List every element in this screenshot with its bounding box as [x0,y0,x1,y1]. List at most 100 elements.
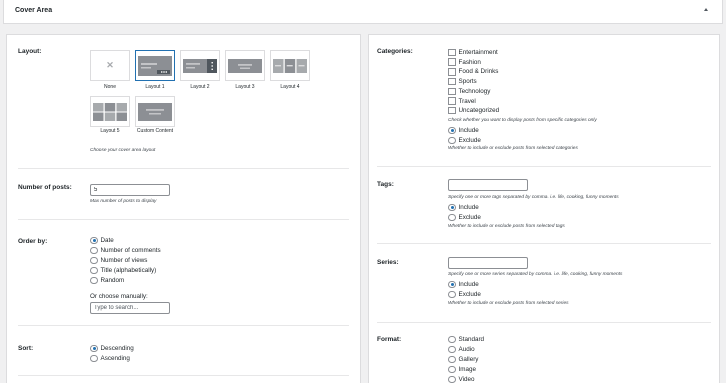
radio-button[interactable] [90,236,98,245]
layout-4-tile[interactable] [270,50,310,81]
left-panel: Layout: ✕ None Layout 1 Layout 2 Layout … [6,34,361,383]
format-audio-radio[interactable]: Audio [448,345,475,354]
num-posts-input[interactable] [90,184,170,196]
option-label: Exclude [458,137,481,144]
category-fashion-checkbox[interactable]: Fashion [448,58,481,67]
categories-exclude-radio[interactable]: Exclude [448,136,481,145]
layout-hint: Choose your cover area layout [90,148,156,153]
checkbox[interactable] [448,97,456,105]
checkbox[interactable] [448,68,456,76]
num-posts-label: Number of posts: [18,184,72,191]
category-travel-checkbox[interactable]: Travel [448,97,476,106]
order-random-radio[interactable]: Random [90,276,124,285]
layout-1-thumbnail-icon [138,55,172,76]
num-posts-hint: Max number of posts to display [90,199,157,204]
radio-button[interactable] [90,276,98,285]
layout-3-tile[interactable] [225,50,265,81]
sort-descending-radio[interactable]: Descending [90,344,134,353]
category-technology-checkbox[interactable]: Technology [448,87,490,96]
divider [18,375,349,376]
custom-content-tile[interactable] [135,96,175,127]
section-title: Cover Area [15,7,53,14]
categories-include-radio[interactable]: Include [448,126,479,135]
collapse-arrow-icon[interactable] [704,8,708,11]
category-uncategorized-checkbox[interactable]: Uncategorized [448,106,499,115]
tags-input[interactable] [448,179,528,191]
categories-hint: Check whether you want to display posts … [448,118,597,123]
radio-button[interactable] [448,290,456,299]
option-label: Ascending [100,355,130,362]
series-mode-hint: Whether to include or exclude posts from… [448,301,569,306]
layout-4-thumbnail-icon [273,58,307,73]
option-label: Descending [100,345,134,352]
category-food-checkbox[interactable]: Food & Drinks [448,67,498,76]
right-panel: Categories: Entertainment Fashion Food &… [368,34,720,383]
tags-label: Tags: [377,181,394,188]
option-label: Gallery [458,356,479,363]
radio-button[interactable] [90,266,98,275]
option-label: Travel [458,97,476,105]
format-video-radio[interactable]: Video [448,375,475,383]
category-entertainment-checkbox[interactable]: Entertainment [448,48,498,57]
layout-none-tile[interactable]: ✕ [90,50,130,81]
manual-search-input[interactable] [90,302,170,314]
tags-include-radio[interactable]: Include [448,203,479,212]
layout-5-label: Layout 5 [100,128,120,134]
radio-button[interactable] [90,246,98,255]
radio-button[interactable] [448,375,456,383]
checkbox[interactable] [448,106,456,115]
series-include-radio[interactable]: Include [448,280,479,289]
radio-button[interactable] [448,280,456,289]
option-label: Number of comments [100,247,161,254]
order-comments-radio[interactable]: Number of comments [90,246,161,255]
tags-exclude-radio[interactable]: Exclude [448,213,481,222]
categories-mode-hint: Whether to include or exclude posts from… [448,146,578,151]
series-exclude-radio[interactable]: Exclude [448,290,481,299]
layout-1-tile[interactable] [135,50,175,81]
order-date-radio[interactable]: Date [90,236,114,245]
option-label: Title (alphabetically) [100,267,157,274]
option-label: Audio [458,346,475,353]
radio-button[interactable] [448,203,456,212]
category-sports-checkbox[interactable]: Sports [448,77,477,86]
radio-button[interactable] [448,213,456,222]
categories-label: Categories: [377,48,413,55]
radio-button[interactable] [448,126,456,135]
layout-4-label: Layout 4 [280,84,300,90]
layout-1-label: Layout 1 [145,84,165,90]
radio-button[interactable] [448,345,456,354]
option-label: Fashion [458,58,481,66]
divider [18,168,349,169]
divider [18,219,349,220]
divider [377,166,711,167]
none-x-icon: ✕ [106,60,114,70]
divider [377,243,711,244]
layout-5-tile[interactable] [90,96,130,127]
radio-button[interactable] [90,256,98,265]
radio-button[interactable] [90,354,98,363]
format-image-radio[interactable]: Image [448,365,476,374]
checkbox[interactable] [448,58,456,66]
radio-button[interactable] [90,344,98,353]
order-title-radio[interactable]: Title (alphabetically) [90,266,156,275]
sort-ascending-radio[interactable]: Ascending [90,354,130,363]
cover-area-header[interactable]: Cover Area [3,0,723,24]
option-label: Food & Drinks [458,68,499,76]
option-label: Include [458,281,479,288]
layout-2-tile[interactable] [180,50,220,81]
tags-hint: Specify one or more tags separated by co… [448,195,619,200]
radio-button[interactable] [448,335,456,344]
checkbox[interactable] [448,77,456,86]
radio-button[interactable] [448,355,456,364]
series-input[interactable] [448,257,528,269]
format-standard-radio[interactable]: Standard [448,335,484,344]
radio-button[interactable] [448,136,456,145]
custom-content-label: Custom Content [136,128,174,134]
checkbox[interactable] [448,87,456,96]
radio-button[interactable] [448,365,456,374]
order-views-radio[interactable]: Number of views [90,256,147,265]
checkbox[interactable] [448,48,456,57]
format-gallery-radio[interactable]: Gallery [448,355,478,364]
custom-content-thumbnail-icon [138,102,172,121]
manual-label: Or choose manually: [90,293,148,300]
